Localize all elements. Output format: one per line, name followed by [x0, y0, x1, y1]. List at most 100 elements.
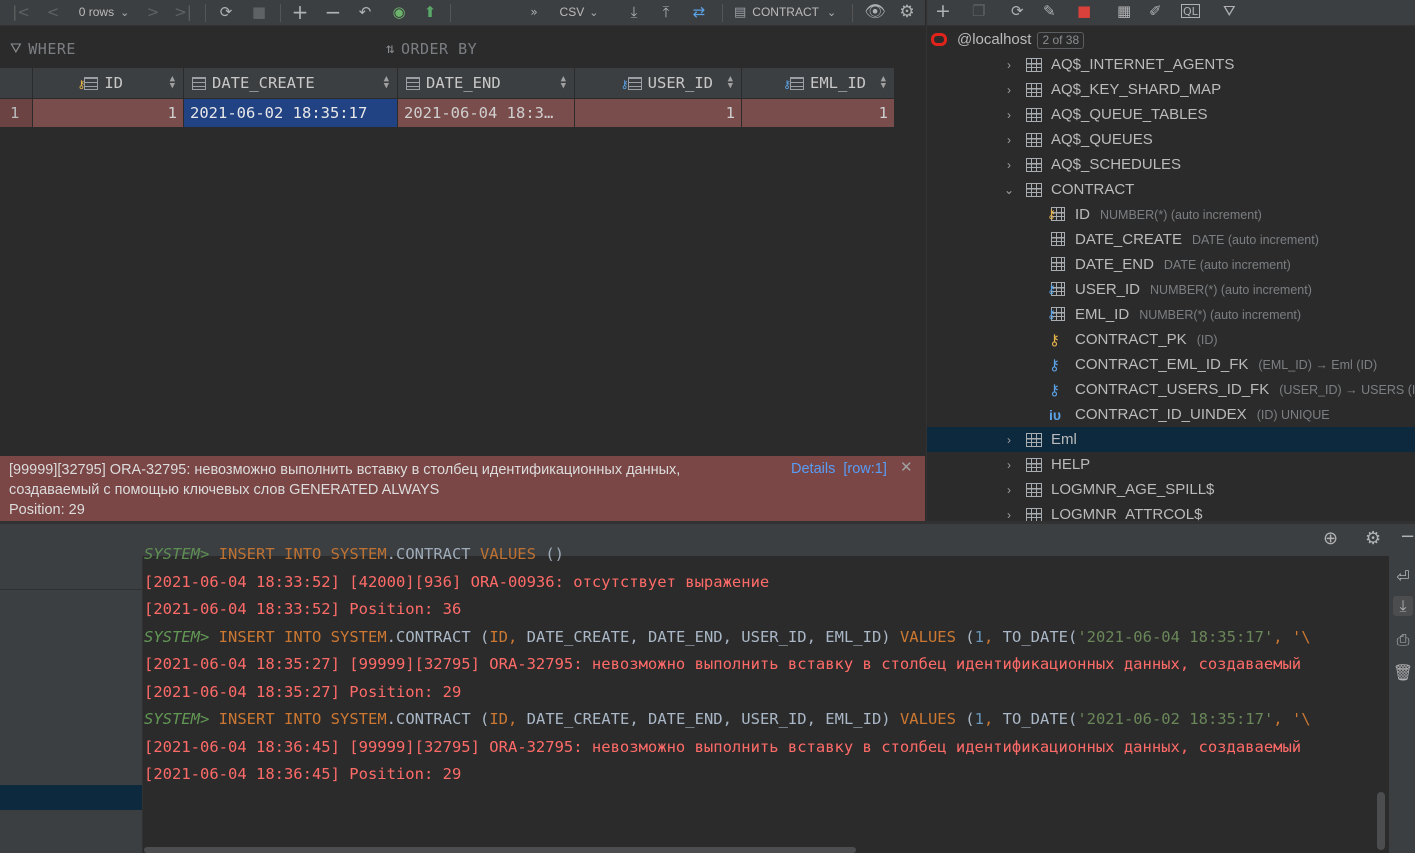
chevron-right-icon[interactable]: ›	[1003, 433, 1015, 447]
minimize-icon[interactable]: −	[1400, 526, 1415, 547]
column-header-id[interactable]: ⚷ ID ▲ ▼	[33, 68, 184, 98]
chevron-right-icon[interactable]: ›	[1003, 458, 1015, 472]
preview-pending-icon[interactable]: ◉	[388, 0, 410, 24]
sort-arrows-icon[interactable]: ▲ ▼	[881, 75, 886, 91]
format-label: CSV	[559, 5, 585, 19]
vertical-scrollbar[interactable]	[1377, 792, 1385, 850]
tree-key-eml-fk[interactable]: ⚷ CONTRACT_EML_ID_FK (EML_ID) → Eml (ID)	[927, 352, 1415, 377]
filter-icon[interactable]: ⛛	[1223, 0, 1236, 22]
export-icon[interactable]: ⤓	[624, 0, 644, 24]
next-page-icon[interactable]: >	[144, 0, 162, 24]
tree-column-eml-id[interactable]: ⚷ EML_ID NUMBER(*) (auto increment)	[927, 302, 1415, 327]
cell-date-end[interactable]: 2021-06-04 18:3…	[398, 99, 575, 127]
cell-id[interactable]: 1	[33, 99, 184, 127]
tree-table-row[interactable]: › AQ$_SCHEDULES	[927, 152, 1415, 177]
tree-column-id[interactable]: ⚷ ID NUMBER(*) (auto increment)	[927, 202, 1415, 227]
edit-icon[interactable]: ✐	[1149, 0, 1162, 22]
tree-column-user-id[interactable]: ⚷ USER_ID NUMBER(*) (auto increment)	[927, 277, 1415, 302]
tree-key-users-fk[interactable]: ⚷ CONTRACT_USERS_ID_FK (USER_ID) → USERS …	[927, 377, 1415, 402]
table-selector[interactable]: ▤ CONTRACT ⌄	[734, 0, 844, 24]
chevron-right-icon[interactable]: ›	[1003, 508, 1015, 522]
table-label: AQ$_QUEUE_TABLES	[1051, 106, 1208, 123]
view-icon[interactable]: 👁	[864, 0, 886, 24]
first-page-icon[interactable]: |<	[12, 0, 30, 24]
tree-table-row[interactable]: › AQ$_QUEUE_TABLES	[927, 102, 1415, 127]
sort-arrows-icon[interactable]: ▲ ▼	[728, 75, 733, 91]
order-by-filter[interactable]: ⇅ ORDER BY	[386, 35, 786, 63]
chevron-right-icon[interactable]: ›	[1003, 58, 1015, 72]
tree-index-uindex[interactable]: iᴜ CONTRACT_ID_UINDEX (ID) UNIQUE	[927, 402, 1415, 427]
console-icon[interactable]: QL	[1181, 4, 1200, 18]
chevron-right-icon[interactable]: ›	[1003, 483, 1015, 497]
tree-table-row[interactable]: › AQ$_KEY_SHARD_MAP	[927, 77, 1415, 102]
details-link[interactable]: Details	[791, 461, 835, 477]
output-console[interactable]: SYSTEM> INSERT INTO SYSTEM.CONTRACT VALU…	[144, 542, 1389, 847]
column-header-label: ID	[104, 74, 123, 92]
chevron-down-icon[interactable]: ⌄	[1003, 183, 1015, 197]
foreign-key-column-icon: ⚷	[621, 75, 642, 91]
scroll-to-end-icon[interactable]: ⤓	[1393, 596, 1413, 616]
table-view-icon[interactable]: ▦	[1117, 0, 1131, 22]
column-header-date-create[interactable]: DATE_CREATE ▲ ▼	[184, 68, 398, 98]
tree-table-row[interactable]: › HELP	[927, 452, 1415, 477]
chevron-right-icon[interactable]: ›	[1003, 133, 1015, 147]
services-list	[0, 592, 142, 778]
row-link[interactable]: [row:1]	[843, 461, 887, 477]
copy-icon[interactable]: ❐	[972, 0, 985, 22]
tree-table-contract[interactable]: ⌄ CONTRACT	[927, 177, 1415, 202]
table-label: CONTRACT	[1051, 181, 1135, 198]
import-icon[interactable]: ⤒	[656, 0, 676, 24]
refresh-icon[interactable]: ⟳	[1011, 0, 1024, 22]
services-item-selected[interactable]	[0, 785, 142, 810]
disconnect-icon[interactable]: ■	[1077, 0, 1091, 22]
cell-date-create[interactable]: 2021-06-02 18:35:17	[184, 99, 398, 127]
column-header-eml-id[interactable]: ⚷ EML_ID ▲ ▼	[742, 68, 895, 98]
clear-icon[interactable]: 🗑	[1393, 662, 1413, 682]
sort-arrows-icon[interactable]: ▲ ▼	[561, 75, 566, 91]
tree-table-row[interactable]: › LOGMNR_AGE_SPILL$	[927, 477, 1415, 502]
format-selector[interactable]: CSV ⌄	[556, 0, 602, 24]
soft-wrap-icon[interactable]: ⏎	[1393, 566, 1413, 586]
horizontal-scrollbar[interactable]	[144, 847, 856, 853]
compare-icon[interactable]: ⇄	[688, 0, 710, 24]
submit-icon[interactable]: ⬆	[420, 0, 440, 24]
chevron-right-icon[interactable]: ›	[1003, 108, 1015, 122]
tree-table-row[interactable]: › AQ$_QUEUES	[927, 127, 1415, 152]
cell-eml-id[interactable]: 1	[742, 99, 895, 127]
sort-arrows-icon[interactable]: ▲ ▼	[384, 75, 389, 91]
cell-user-id[interactable]: 1	[575, 99, 742, 127]
connection-node[interactable]: @localhost 2 of 38	[927, 27, 1415, 52]
properties-icon[interactable]: ✎	[1043, 0, 1056, 22]
tree-column-date-end[interactable]: DATE_END DATE (auto increment)	[927, 252, 1415, 277]
chevron-right-icon[interactable]: ›	[1003, 158, 1015, 172]
refresh-icon[interactable]: ⟳	[216, 0, 236, 24]
column-header-date-end[interactable]: DATE_END ▲ ▼	[398, 68, 575, 98]
table-label: AQ$_QUEUES	[1051, 131, 1153, 148]
close-icon[interactable]: ✕	[900, 458, 913, 476]
last-page-icon[interactable]: >|	[174, 0, 192, 24]
print-icon[interactable]: ⎙	[1393, 630, 1413, 650]
sort-icon: ⇅	[386, 41, 395, 57]
previous-page-icon[interactable]: <	[44, 0, 62, 24]
chevron-right-icon[interactable]: ›	[1003, 83, 1015, 97]
table-icon	[1026, 133, 1042, 147]
sort-arrows-icon[interactable]: ▲ ▼	[170, 75, 175, 91]
schema-badge[interactable]: 2 of 38	[1037, 31, 1085, 49]
more-icon[interactable]: »	[527, 0, 541, 24]
where-filter[interactable]: ⛛ WHERE	[10, 35, 370, 63]
delete-row-icon[interactable]: −	[323, 0, 343, 24]
tree-column-date-create[interactable]: DATE_CREATE DATE (auto increment)	[927, 227, 1415, 252]
table-row[interactable]: 1 1 2021-06-02 18:35:17 2021-06-04 18:3……	[0, 99, 895, 127]
row-number[interactable]: 1	[0, 99, 33, 127]
settings-icon[interactable]: ⚙	[896, 0, 918, 24]
services-item[interactable]	[0, 556, 142, 590]
add-icon[interactable]: +	[935, 0, 951, 22]
rows-selector[interactable]: 0 rows ⌄	[74, 0, 134, 24]
add-row-icon[interactable]: +	[290, 0, 310, 24]
column-header-user-id[interactable]: ⚷ USER_ID ▲ ▼	[575, 68, 742, 98]
tree-table-row[interactable]: › AQ$_INTERNET_AGENTS	[927, 52, 1415, 77]
stop-icon[interactable]: ■	[249, 0, 269, 24]
tree-table-row[interactable]: › Eml	[927, 427, 1415, 452]
tree-key-pk[interactable]: ⚷ CONTRACT_PK (ID)	[927, 327, 1415, 352]
revert-icon[interactable]: ↶	[355, 0, 375, 24]
